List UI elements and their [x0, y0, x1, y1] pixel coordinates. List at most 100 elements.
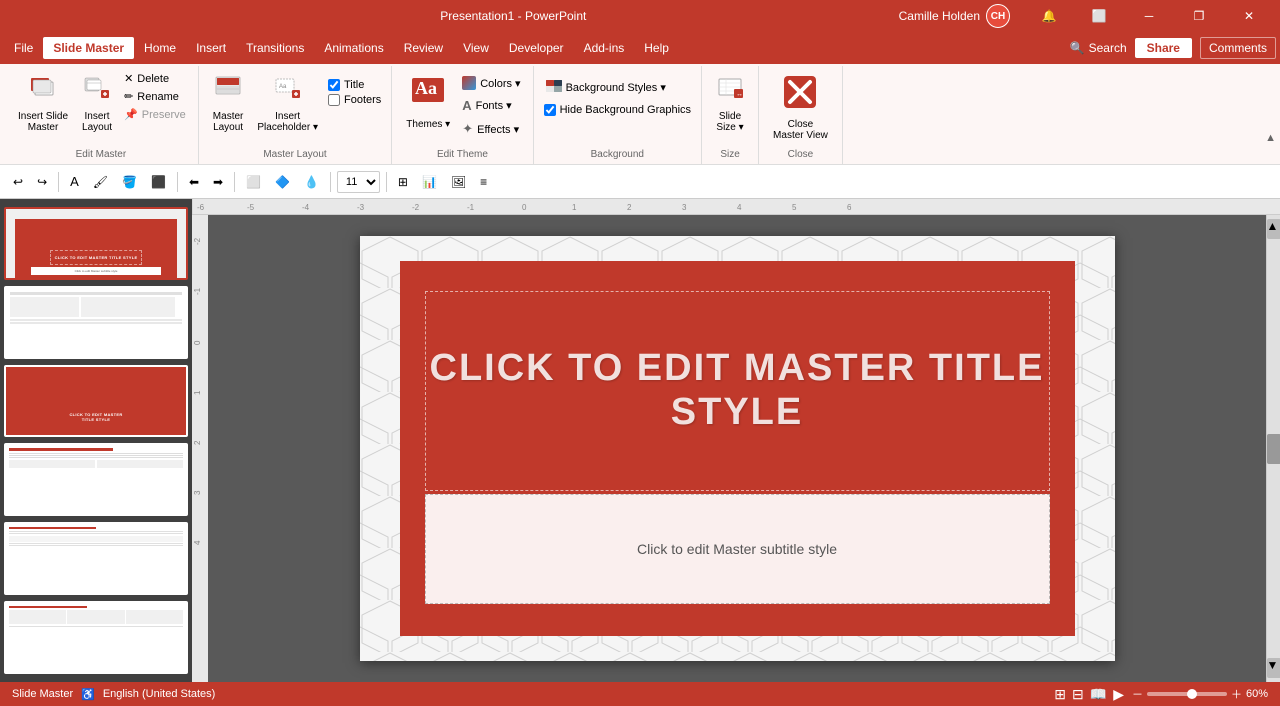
slide-thumb-1[interactable]: CLICK TO EDIT MASTER TITLE STYLE Click t…	[4, 207, 188, 280]
insert-placeholder-btn[interactable]: Aa InsertPlaceholder ▾	[251, 70, 324, 137]
align-right-btn[interactable]: ➡	[208, 172, 228, 192]
view-buttons: ⊞ ⊟ 📖 ▶	[1054, 686, 1124, 703]
slide-thumb-6[interactable]	[4, 601, 188, 674]
highlight-btn[interactable]: 🖌	[88, 172, 113, 192]
hide-bg-graphics-checkbox[interactable]: Hide Background Graphics	[542, 103, 693, 117]
status-left: Slide Master ♿ English (United States)	[12, 688, 215, 701]
colors-btn[interactable]: Colors ▾	[458, 74, 524, 92]
arrange-btn[interactable]: ⬛	[146, 172, 171, 192]
align-left-btn[interactable]: ⬅	[184, 172, 204, 192]
menu-view[interactable]: View	[453, 37, 499, 59]
insert-layout-btn[interactable]: InsertLayout	[76, 70, 118, 137]
scroll-up-btn[interactable]: ▲	[1267, 219, 1280, 239]
menu-home[interactable]: Home	[134, 37, 186, 59]
svg-text:2: 2	[627, 203, 632, 212]
reading-view-btn[interactable]: 📖	[1090, 686, 1107, 703]
slide-subtitle-text: Click to edit Master subtitle style	[637, 541, 837, 557]
share-button[interactable]: Share	[1135, 38, 1192, 58]
scroll-thumb[interactable]	[1267, 434, 1280, 464]
menu-help[interactable]: Help	[634, 37, 679, 59]
minimize-btn[interactable]: ─	[1126, 0, 1172, 32]
slide-sorter-btn[interactable]: ⊟	[1072, 686, 1084, 703]
master-layout-btn[interactable]: MasterLayout	[207, 70, 250, 137]
chart-btn[interactable]: 📊	[417, 172, 442, 192]
effects2-btn[interactable]: 💧	[299, 172, 324, 192]
zoom-out-btn[interactable]: －	[1132, 686, 1143, 702]
footers-check[interactable]	[328, 94, 340, 106]
close-master-view-btn[interactable]: CloseMaster View	[767, 70, 834, 145]
insert-placeholder-icon: Aa	[274, 74, 302, 109]
menu-slide-master[interactable]: Slide Master	[43, 37, 134, 59]
slide-thumb-2-inner	[6, 288, 186, 359]
slide-thumb-5[interactable]	[4, 522, 188, 595]
menu-transitions[interactable]: Transitions	[236, 37, 314, 59]
fonts-icon: A	[462, 98, 471, 113]
insert-placeholder-label: InsertPlaceholder ▾	[257, 111, 318, 133]
preserve-btn[interactable]: 📌 Preserve	[120, 106, 190, 123]
ribbon-group-close: CloseMaster View Close	[759, 66, 843, 164]
edit-master-label: Edit Master	[12, 145, 190, 160]
zoom-slider[interactable]	[1147, 692, 1227, 696]
maximize-btn[interactable]: ❐	[1176, 0, 1222, 32]
font-color-btn[interactable]: A	[65, 171, 84, 192]
slide-thumb-4[interactable]	[4, 443, 188, 516]
title-check[interactable]	[328, 79, 340, 91]
slide-title-box[interactable]: CLICK TO EDIT MASTER TITLE STYLE	[425, 291, 1050, 491]
bg-styles-label: Background Styles ▾	[566, 81, 666, 94]
colors-icon	[462, 76, 476, 90]
shapes-btn[interactable]: ⬜	[241, 172, 266, 192]
fonts-btn[interactable]: A Fonts ▾	[458, 96, 524, 115]
svg-text:Aa: Aa	[279, 84, 287, 90]
slide-thumb-3[interactable]: CLICK TO EDIT MASTER TITLE STYLE	[4, 365, 188, 438]
menu-animations[interactable]: Animations	[314, 37, 393, 59]
delete-btn[interactable]: ✕ Delete	[120, 70, 190, 87]
rename-btn[interactable]: ✏ Rename	[120, 88, 190, 105]
svg-text:2: 2	[193, 440, 202, 445]
main-area: CLICK TO EDIT MASTER TITLE STYLE Click t…	[0, 199, 1280, 682]
notification-icon[interactable]: 🔔	[1026, 0, 1072, 32]
insert-slide-master-btn[interactable]: Insert SlideMaster	[12, 70, 74, 137]
scroll-down-btn[interactable]: ▼	[1267, 658, 1280, 678]
slideshow-btn[interactable]: ▶	[1113, 686, 1124, 703]
close-master-view-icon	[782, 74, 818, 117]
background-styles-btn[interactable]: Background Styles ▾	[542, 78, 693, 97]
fill-btn[interactable]: 🪣	[117, 172, 142, 192]
search-area[interactable]: 🔍 Search	[1070, 41, 1127, 55]
search-label[interactable]: Search	[1089, 41, 1127, 55]
zoom-in-btn[interactable]: ＋	[1231, 686, 1242, 702]
hide-bg-check[interactable]	[544, 104, 556, 116]
undo-btn[interactable]: ↩	[8, 172, 28, 192]
slide-size-label: SlideSize ▾	[716, 111, 743, 133]
svg-text:-4: -4	[302, 203, 310, 212]
menu-addins[interactable]: Add-ins	[574, 37, 635, 59]
menu-insert[interactable]: Insert	[186, 37, 236, 59]
font-size-select[interactable]: 11 12 14	[337, 171, 380, 193]
themes-btn[interactable]: Aa Themes ▾	[400, 70, 456, 134]
slide-subtitle-box[interactable]: Click to edit Master subtitle style	[425, 494, 1050, 604]
effects-btn[interactable]: ✦ Effects ▾	[458, 119, 524, 139]
zoom-level[interactable]: 60%	[1246, 688, 1268, 700]
collapse-ribbon-btn[interactable]: ▲	[1265, 132, 1276, 144]
rename-label: Rename	[137, 91, 179, 103]
slide-thumb-2[interactable]	[4, 286, 188, 359]
title-checkbox[interactable]: Title	[326, 78, 383, 92]
menu-developer[interactable]: Developer	[499, 37, 574, 59]
redo-btn[interactable]: ↪	[32, 172, 52, 192]
arrange2-btn[interactable]: 🔷	[270, 172, 295, 192]
status-right: ⊞ ⊟ 📖 ▶ － ＋ 60%	[1054, 686, 1268, 703]
table-btn[interactable]: ⊞	[393, 172, 413, 192]
more-btn[interactable]: ≡	[475, 172, 492, 192]
slide[interactable]: CLICK TO EDIT MASTER TITLE STYLE Click t…	[360, 236, 1115, 661]
close-window-btn[interactable]: ✕	[1226, 0, 1272, 32]
footers-checkbox[interactable]: Footers	[326, 93, 383, 107]
comments-button[interactable]: Comments	[1200, 37, 1276, 59]
restore-btn[interactable]: ⬜	[1076, 0, 1122, 32]
right-scrollbar[interactable]: ▲ ▼	[1266, 215, 1280, 682]
menu-file[interactable]: File	[4, 37, 43, 59]
slide-size-btn[interactable]: ↔ SlideSize ▾	[710, 70, 750, 137]
image-btn[interactable]: 🖼	[446, 172, 471, 192]
insert-slide-master-label: Insert SlideMaster	[18, 111, 68, 133]
effects-icon: ✦	[462, 121, 473, 137]
normal-view-btn[interactable]: ⊞	[1054, 686, 1066, 703]
menu-review[interactable]: Review	[394, 37, 453, 59]
